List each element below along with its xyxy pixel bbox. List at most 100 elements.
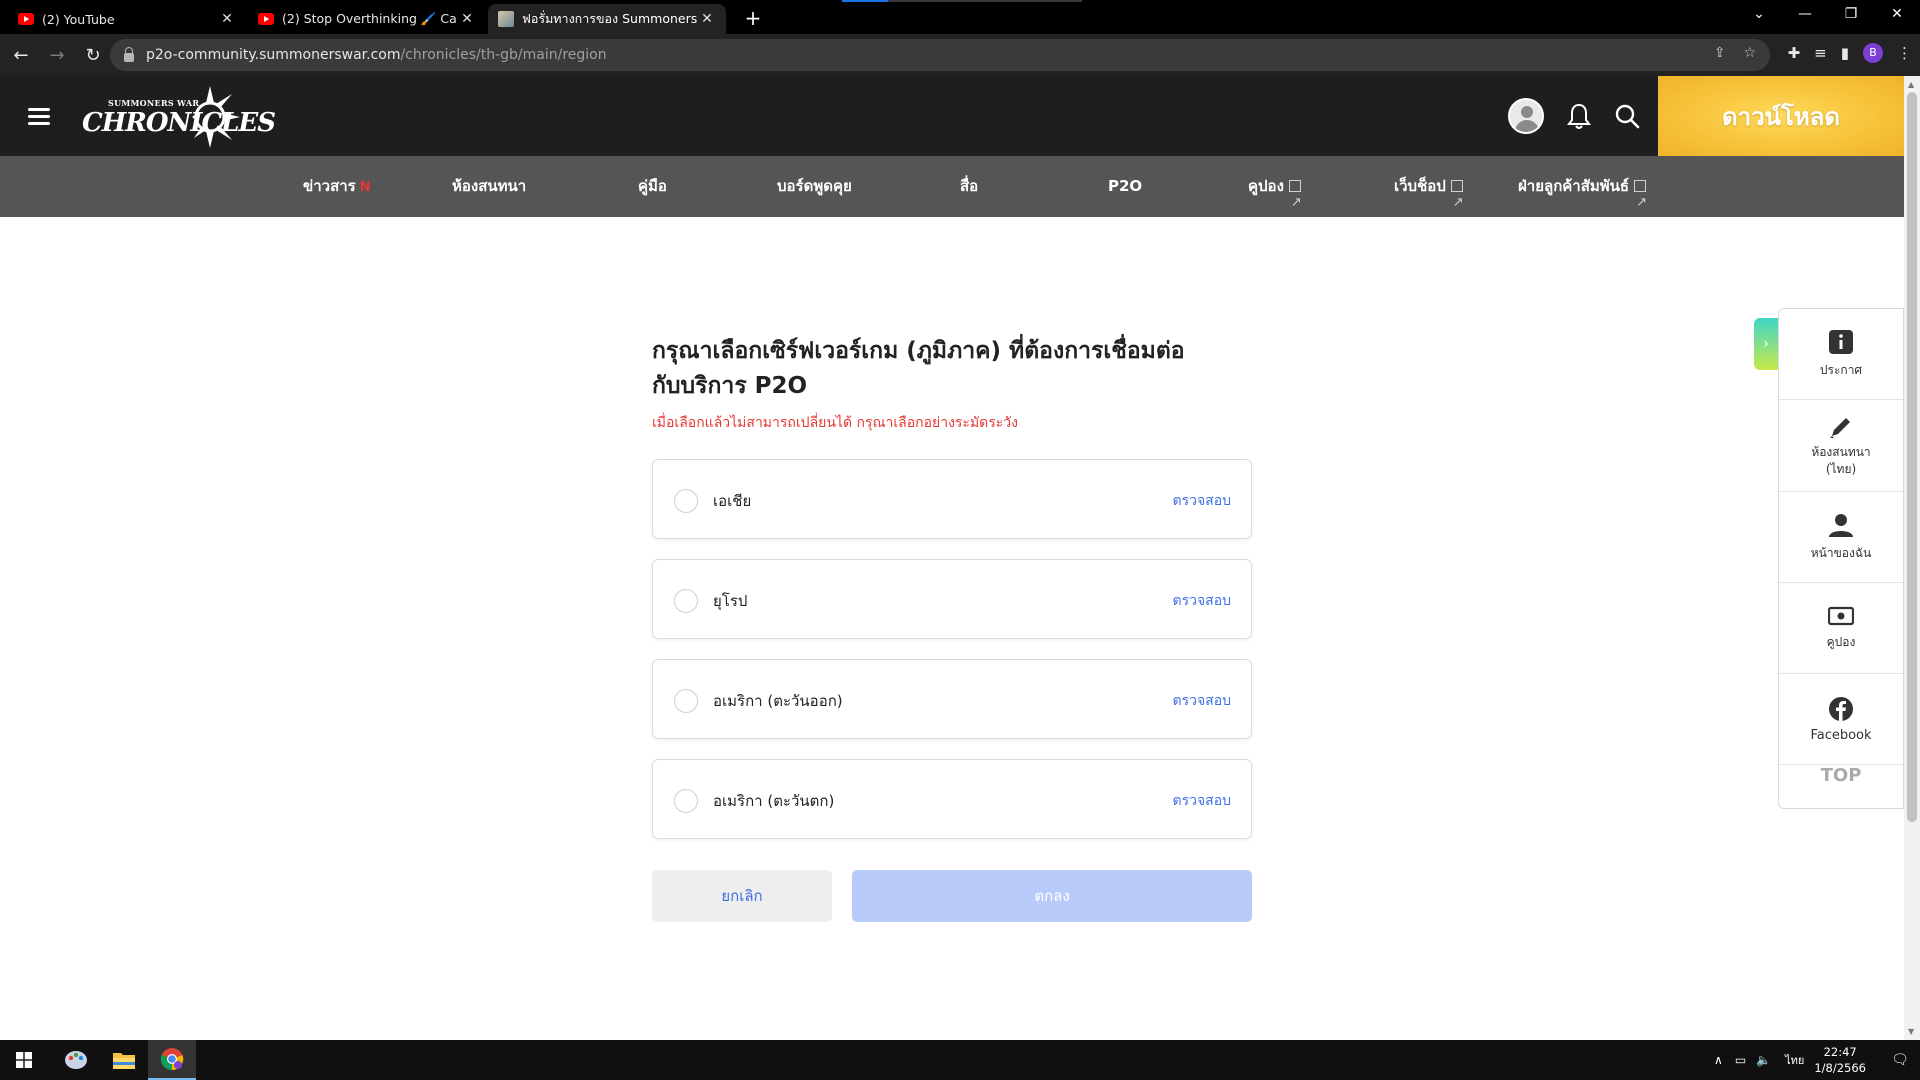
reload-icon[interactable]: ↻ bbox=[78, 45, 108, 66]
external-link-icon bbox=[1634, 172, 1647, 233]
radio-button[interactable] bbox=[674, 589, 698, 613]
quick-menu-toggle[interactable]: › bbox=[1754, 318, 1778, 370]
hamburger-menu-icon[interactable] bbox=[28, 108, 50, 125]
profile-avatar[interactable]: B bbox=[1863, 43, 1883, 63]
region-label: ยุโรป bbox=[713, 592, 748, 610]
quick-menu-facebook[interactable]: Facebook bbox=[1779, 674, 1903, 765]
minimize-icon[interactable]: — bbox=[1782, 0, 1828, 30]
chronicles-logo[interactable]: SUMMONERS WAR CHRONICLES bbox=[80, 84, 276, 150]
check-link[interactable]: ตรวจสอบ bbox=[1172, 590, 1231, 612]
window-controls: ⌄ — ❐ ✕ bbox=[1736, 0, 1920, 30]
scroll-up-icon[interactable]: ▲ bbox=[1908, 80, 1914, 89]
user-avatar[interactable] bbox=[1508, 98, 1544, 134]
region-option-europe[interactable]: ยุโรป ตรวจสอบ bbox=[652, 559, 1252, 639]
share-icon[interactable]: ⇪ bbox=[1714, 45, 1726, 61]
nav-item-p2o[interactable]: P2O bbox=[1108, 156, 1142, 217]
radio-button[interactable] bbox=[674, 489, 698, 513]
radio-button[interactable] bbox=[674, 789, 698, 813]
game-favicon bbox=[498, 11, 514, 27]
check-link[interactable]: ตรวจสอบ bbox=[1172, 490, 1231, 512]
back-to-top-button[interactable]: TOP bbox=[1779, 765, 1903, 786]
youtube-icon bbox=[18, 13, 34, 25]
chrome-app-icon[interactable] bbox=[148, 1040, 196, 1080]
bookmark-star-icon[interactable]: ☆ bbox=[1743, 45, 1756, 61]
tab-youtube[interactable]: (2) YouTube ✕ bbox=[8, 4, 246, 34]
tab-stop-overthinking[interactable]: (2) Stop Overthinking 🖌️ Calm D ✕ bbox=[248, 4, 486, 34]
window-close-icon[interactable]: ✕ bbox=[1874, 0, 1920, 30]
forward-arrow-icon[interactable]: → bbox=[42, 45, 72, 66]
nav-item-discussion-board[interactable]: บอร์ดพูดคุย bbox=[777, 156, 852, 217]
external-link-icon bbox=[1288, 172, 1302, 233]
windows-taskbar: ∧ ▭ 🔈 ไทย 22:47 1/8/2566 🗨 bbox=[0, 1040, 1920, 1080]
browser-toolbar: ← → ↻ p2o-community.summonerswar.com/chr… bbox=[0, 34, 1920, 76]
page-title: กรุณาเลือกเซิร์ฟเวอร์เกม (ภูมิภาค) ที่ต้… bbox=[652, 338, 1185, 399]
lock-icon[interactable] bbox=[124, 46, 134, 62]
quick-menu-coupon[interactable]: คูปอง bbox=[1779, 583, 1903, 674]
warning-text: เมื่อเลือกแล้วไม่สามารถเปลี่ยนได้ กรุณาเ… bbox=[652, 415, 1019, 431]
nav-item-customer-support[interactable]: ฝ่ายลูกค้าสัมพันธ์ bbox=[1518, 156, 1647, 233]
close-icon[interactable]: ✕ bbox=[698, 11, 716, 27]
search-icon[interactable] bbox=[1614, 103, 1640, 129]
paint-app-icon[interactable] bbox=[52, 1040, 100, 1080]
region-label: อเมริกา (ตะวันตก) bbox=[713, 792, 835, 810]
tab-title: (2) YouTube bbox=[42, 11, 115, 27]
quick-menu-lounge-thai[interactable]: ห้องสนทนา (ไทย) bbox=[1779, 400, 1903, 492]
nav-item-guide[interactable]: คู่มือ bbox=[638, 156, 667, 217]
region-selection-panel: กรุณาเลือกเซิร์ฟเวอร์เกม (ภูมิภาค) ที่ต้… bbox=[652, 334, 1252, 922]
main-nav: ข่าวสาร N ห้องสนทนา คู่มือ บอร์ดพูดคุย สื… bbox=[0, 156, 1904, 233]
new-badge: N bbox=[359, 180, 371, 195]
file-explorer-icon[interactable] bbox=[100, 1040, 148, 1080]
extensions-icon[interactable]: ✚ bbox=[1788, 44, 1801, 62]
quick-menu-notice[interactable]: ประกาศ bbox=[1779, 309, 1903, 400]
region-option-asia[interactable]: เอเชีย ตรวจสอบ bbox=[652, 459, 1252, 539]
close-icon[interactable]: ✕ bbox=[218, 11, 236, 27]
system-tray: ∧ ▭ 🔈 ไทย 22:47 1/8/2566 🗨 bbox=[1714, 1040, 1920, 1080]
cancel-button[interactable]: ยกเลิก bbox=[652, 870, 832, 922]
nav-item-lounge[interactable]: ห้องสนทนา bbox=[452, 156, 526, 217]
quick-menu: ประกาศ ห้องสนทนา (ไทย) หน้าของฉัน คูปอง … bbox=[1778, 308, 1904, 809]
region-option-america-east[interactable]: อเมริกา (ตะวันออก) ตรวจสอบ bbox=[652, 659, 1252, 739]
windows-start-icon[interactable] bbox=[0, 1040, 48, 1080]
youtube-icon bbox=[258, 13, 274, 25]
logo-title: CHRONICLES bbox=[82, 108, 276, 138]
back-arrow-icon[interactable]: ← bbox=[6, 45, 36, 66]
url-text: p2o-community.summonerswar.com/chronicle… bbox=[146, 47, 607, 63]
facebook-icon bbox=[1829, 697, 1853, 721]
loading-indicator bbox=[842, 0, 888, 2]
tab-summoners-war-forum[interactable]: ฟอรั่มทางการของ Summoners War ✕ bbox=[488, 4, 726, 34]
region-option-america-west[interactable]: อเมริกา (ตะวันตก) ตรวจสอบ bbox=[652, 759, 1252, 839]
quick-menu-my-page[interactable]: หน้าของฉัน bbox=[1779, 492, 1903, 583]
download-button[interactable]: ดาวน์โหลด bbox=[1658, 76, 1904, 156]
radio-button[interactable] bbox=[674, 689, 698, 713]
page-scrollbar[interactable]: ▲ ▼ bbox=[1904, 76, 1920, 1040]
close-icon[interactable]: ✕ bbox=[458, 11, 476, 27]
nav-item-media[interactable]: สื่อ bbox=[960, 156, 978, 217]
coupon-icon bbox=[1828, 606, 1854, 626]
side-panel-icon[interactable]: ▮ bbox=[1841, 44, 1849, 62]
region-label: เอเชีย bbox=[713, 492, 752, 510]
media-control-icon[interactable]: ≡ bbox=[1814, 44, 1827, 62]
chevron-up-icon[interactable]: ∧ bbox=[1714, 1053, 1723, 1067]
nav-item-coupon[interactable]: คูปอง bbox=[1248, 156, 1302, 233]
person-icon bbox=[1829, 514, 1853, 537]
external-link-icon bbox=[1450, 172, 1464, 233]
bell-icon[interactable] bbox=[1566, 102, 1592, 130]
restore-icon[interactable]: ❐ bbox=[1828, 0, 1874, 30]
menu-kebab-icon[interactable]: ⋮ bbox=[1897, 44, 1912, 62]
network-icon[interactable]: ▭ bbox=[1735, 1053, 1746, 1067]
input-language[interactable]: ไทย bbox=[1785, 1051, 1804, 1069]
scroll-down-icon[interactable]: ▼ bbox=[1908, 1027, 1914, 1036]
address-bar[interactable]: p2o-community.summonerswar.com/chronicle… bbox=[110, 39, 1770, 71]
check-link[interactable]: ตรวจสอบ bbox=[1172, 790, 1231, 812]
check-link[interactable]: ตรวจสอบ bbox=[1172, 690, 1231, 712]
confirm-button[interactable]: ตกลง bbox=[852, 870, 1252, 922]
scrollbar-thumb[interactable] bbox=[1907, 92, 1917, 822]
nav-item-news[interactable]: ข่าวสาร N bbox=[303, 156, 371, 217]
tab-search-icon[interactable]: ⌄ bbox=[1736, 0, 1782, 30]
volume-icon[interactable]: 🔈 bbox=[1756, 1053, 1771, 1067]
notification-center-icon[interactable]: 🗨 bbox=[1880, 1052, 1920, 1068]
new-tab-button[interactable]: + bbox=[740, 6, 766, 30]
nav-item-webshop[interactable]: เว็บช็อป bbox=[1394, 156, 1464, 233]
system-clock[interactable]: 22:47 1/8/2566 bbox=[1814, 1044, 1866, 1076]
pencil-icon bbox=[1830, 418, 1850, 438]
